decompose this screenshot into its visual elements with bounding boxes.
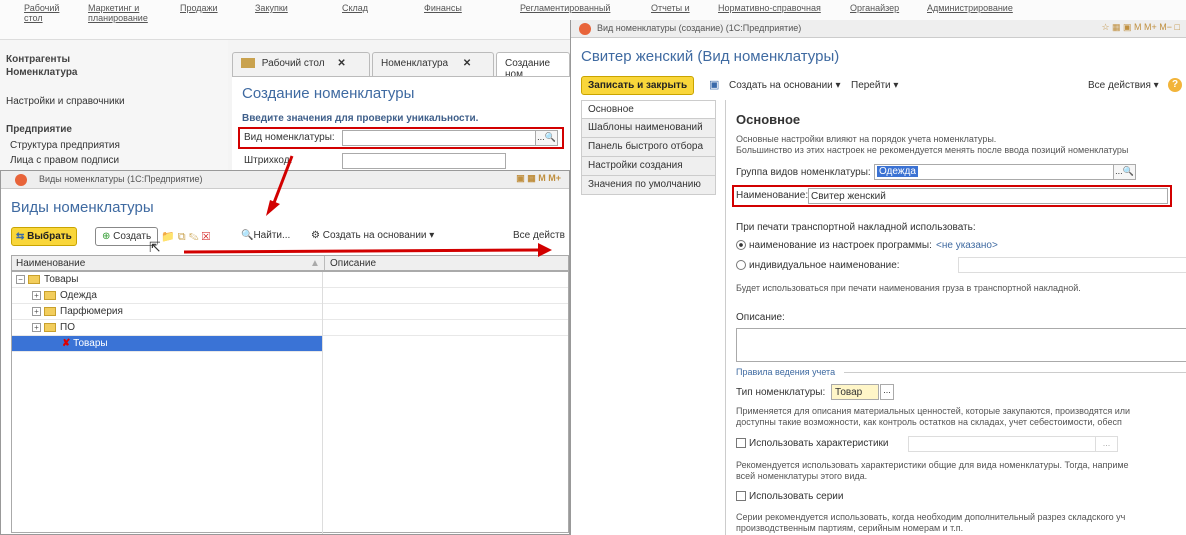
arrow-line xyxy=(183,248,541,254)
arrow-line xyxy=(270,155,294,209)
annotation-arrows xyxy=(183,155,552,257)
arrow-head xyxy=(538,243,552,257)
arrow-head xyxy=(266,200,280,216)
